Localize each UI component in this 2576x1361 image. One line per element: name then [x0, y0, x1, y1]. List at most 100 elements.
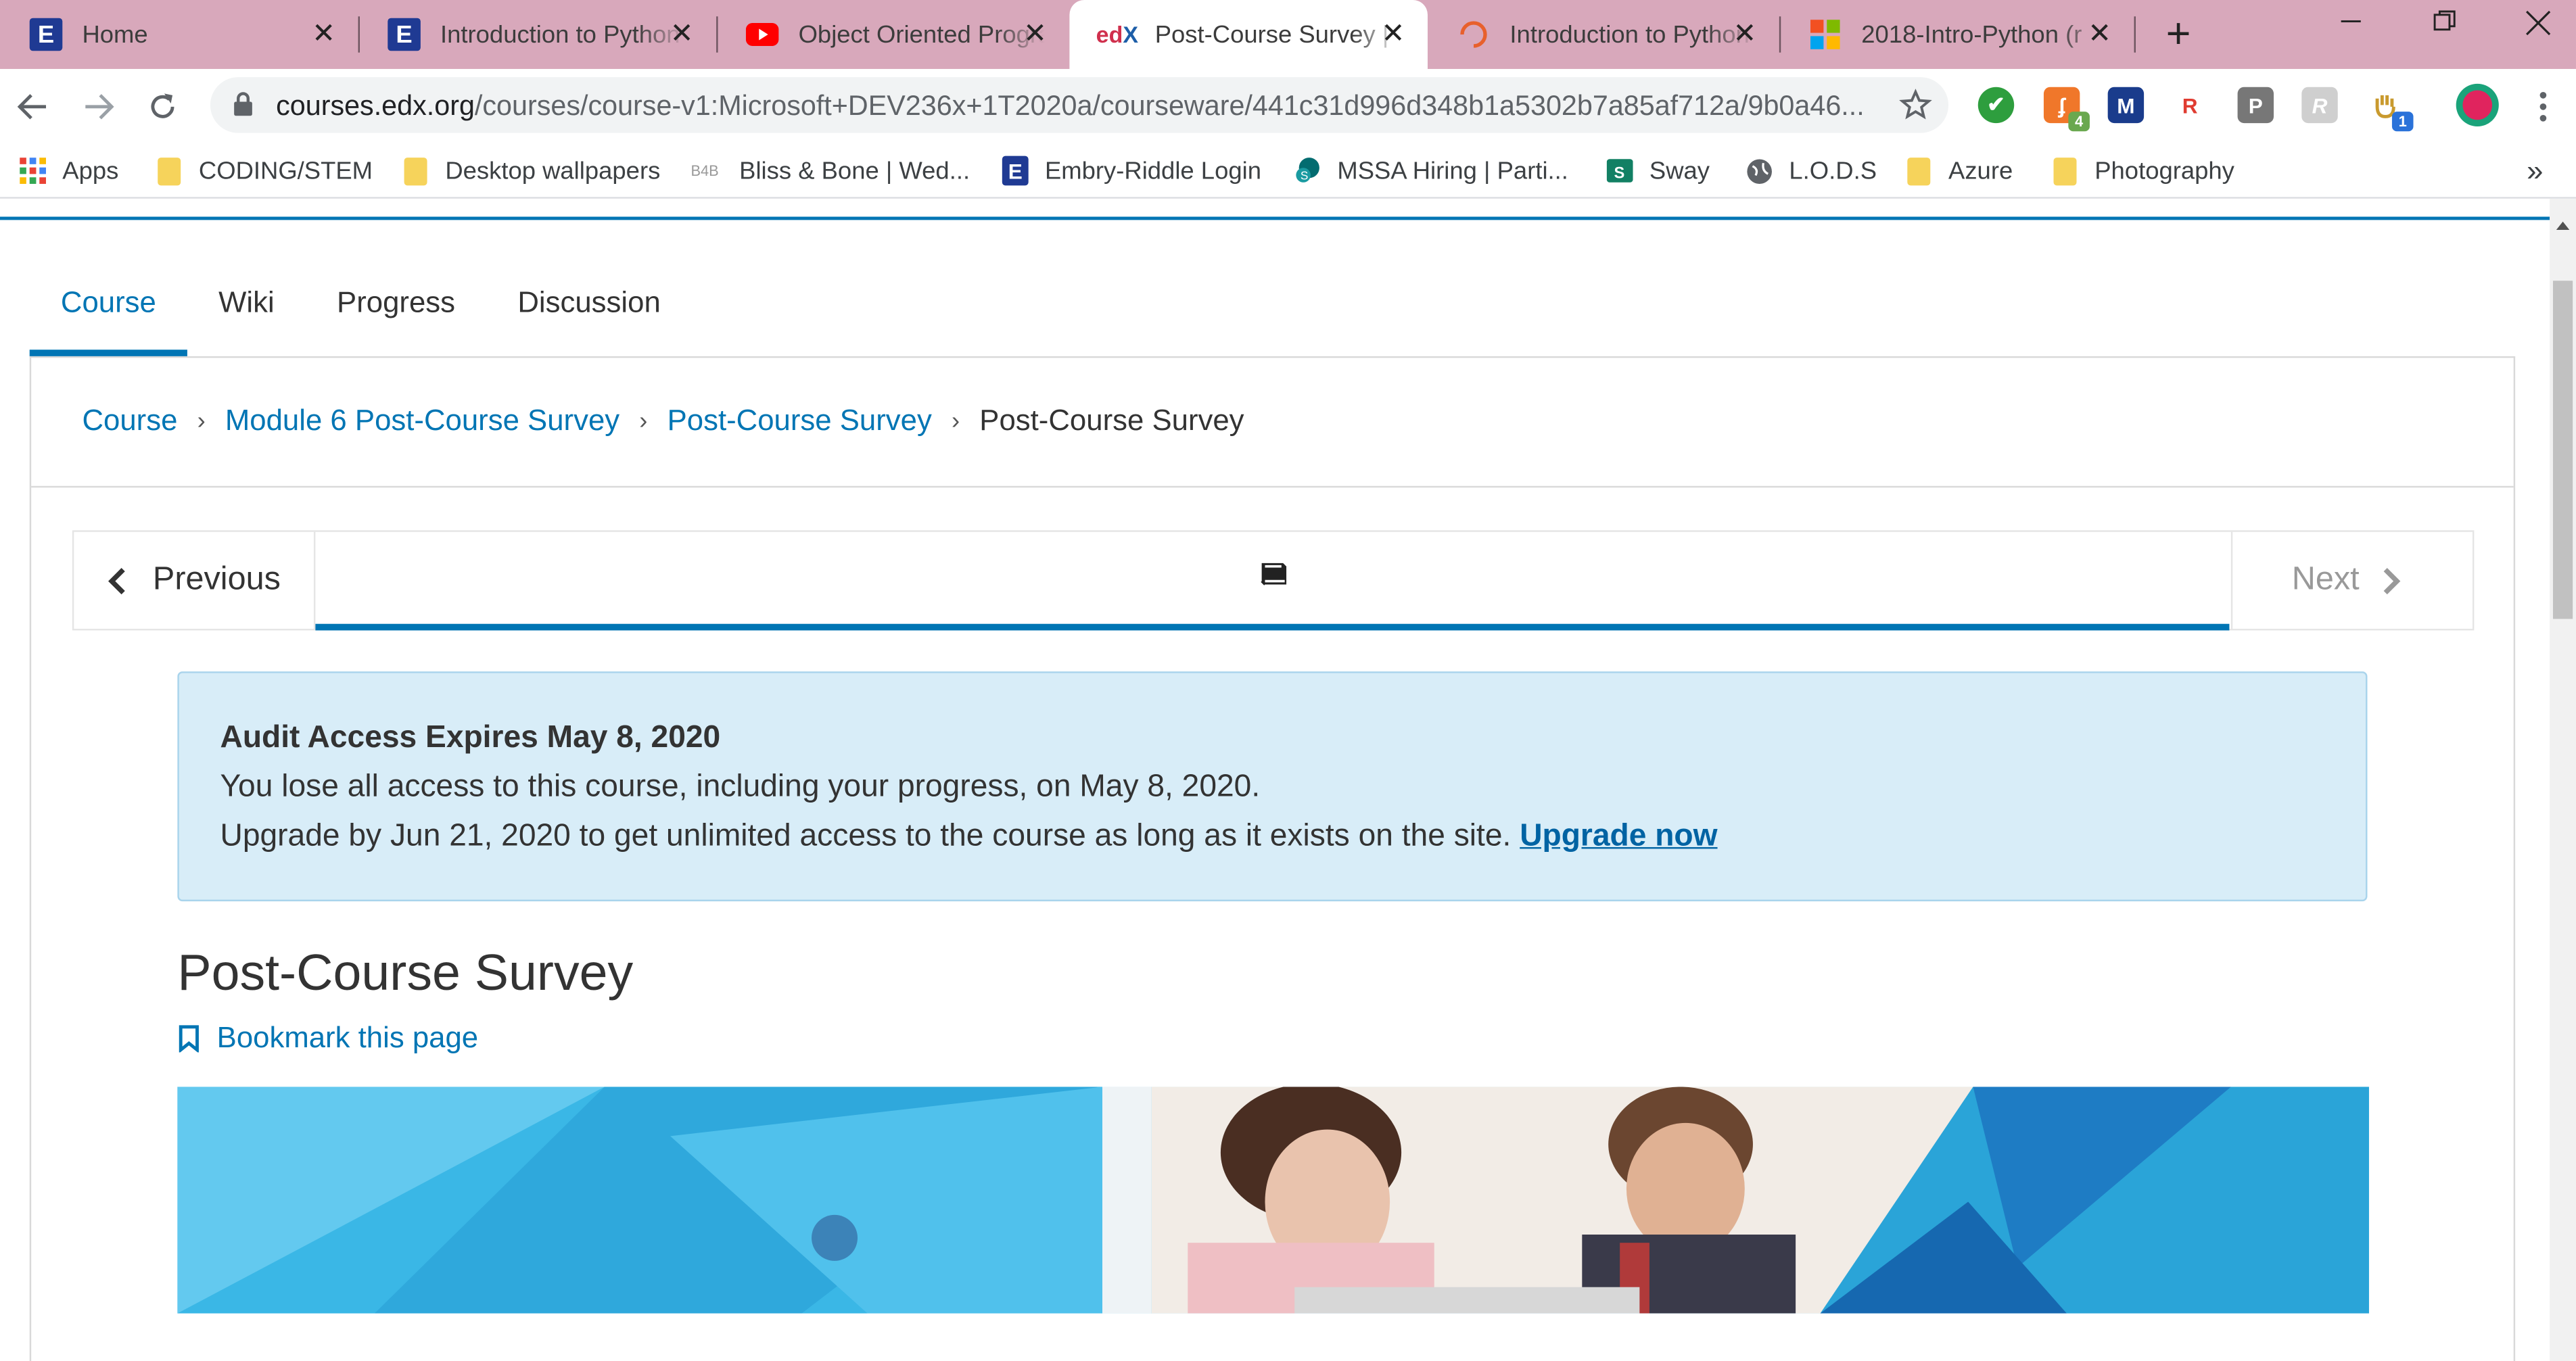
tab-intro-python[interactable]: E Introduction to Python ✕: [358, 0, 718, 69]
forward-arrow-icon[interactable]: [79, 87, 118, 126]
bookmark-label: Bliss & Bone | Wed...: [739, 156, 970, 185]
r-extension-icon[interactable]: R: [2172, 87, 2208, 124]
tab-discussion[interactable]: Discussion: [486, 281, 692, 356]
p-extension-icon[interactable]: P: [2237, 87, 2274, 124]
reload-icon[interactable]: [143, 87, 182, 126]
badge: 4: [2068, 112, 2090, 132]
r-script-extension-icon[interactable]: R: [2301, 87, 2338, 124]
scrollbar-thumb[interactable]: [2552, 281, 2573, 619]
previous-button[interactable]: Previous: [74, 531, 316, 629]
sway-icon: S: [1606, 158, 1633, 184]
erau-e-icon: E: [1002, 156, 1029, 186]
upgrade-now-link[interactable]: Upgrade now: [1520, 819, 1717, 854]
hand-extension-icon[interactable]: 1: [2367, 87, 2414, 132]
tab-title: Introduction to Python: [440, 20, 680, 49]
bookmark-bliss-bone[interactable]: B4B Bliss & Bone | Wed...: [686, 153, 970, 189]
close-icon[interactable]: ✕: [667, 19, 697, 49]
tab-title: Post-Course Survey |: [1154, 20, 1389, 49]
page-content: Course Wiki Progress Discussion Course ›…: [0, 198, 2576, 1361]
tab-object-oriented[interactable]: Object Oriented Programming ✕: [716, 0, 1069, 69]
back-arrow-icon[interactable]: [13, 87, 52, 126]
minimize-button[interactable]: [2326, 10, 2376, 49]
bookmark-label: MSSA Hiring | Parti...: [1337, 156, 1568, 185]
breadcrumb-course[interactable]: Course: [82, 404, 177, 438]
m-extension-icon[interactable]: M: [2107, 87, 2145, 124]
chevron-right-icon: ›: [952, 407, 960, 435]
bookmark-apps[interactable]: Apps: [20, 153, 118, 189]
edx-logo-icon: edX: [1096, 21, 1139, 48]
bookmark-embry-riddle[interactable]: E Embry-Riddle Login: [1002, 153, 1261, 189]
tab-progress[interactable]: Progress: [306, 281, 486, 356]
bookmark-azure[interactable]: Azure: [1906, 153, 2013, 189]
bookmark-label: Embry-Riddle Login: [1044, 156, 1261, 185]
folder-icon: [2052, 156, 2078, 185]
chevron-right-icon: [2383, 566, 2402, 596]
next-label: Next: [2291, 561, 2360, 598]
tab-separator: [2134, 16, 2136, 53]
menu-dots-icon[interactable]: [2523, 87, 2562, 126]
chevron-right-icon: ›: [639, 407, 648, 435]
chevron-right-icon: ›: [197, 407, 206, 435]
b4b-icon: B4B: [690, 162, 719, 179]
tab-strip: E Home ✕ E Introduction to Python ✕ Obje…: [0, 0, 2576, 69]
bookmark-sway[interactable]: S Sway: [1606, 153, 1710, 189]
next-button[interactable]: Next: [2230, 531, 2473, 629]
bookmarks-overflow-icon[interactable]: »: [2527, 153, 2543, 189]
folder-icon: [402, 156, 429, 185]
browser-window: E Home ✕ E Introduction to Python ✕ Obje…: [0, 0, 2576, 1361]
svg-text:S: S: [1614, 164, 1625, 182]
address-bar[interactable]: courses.edx.org/courses/course-v1:Micros…: [210, 77, 1949, 133]
tab-intro-python-loading[interactable]: Introduction to Python ✕: [1428, 0, 1781, 69]
page-scrollbar[interactable]: [2550, 198, 2576, 1361]
bookmark-label: CODING/STEM: [198, 156, 373, 185]
survey-banner-image: [177, 1087, 2369, 1314]
tab-wiki[interactable]: Wiki: [187, 281, 306, 356]
edx-e-icon: E: [29, 18, 63, 51]
tab-intro-python-repo[interactable]: 2018-Intro-Python (r ✕: [1779, 0, 2136, 69]
bookmark-desktop-wallpapers[interactable]: Desktop wallpapers: [402, 153, 660, 189]
unit-tab-active[interactable]: [315, 532, 2230, 631]
bookmark-mssa-hiring[interactable]: S MSSA Hiring | Parti...: [1294, 153, 1568, 189]
youtube-icon: [745, 18, 779, 51]
url-text: courses.edx.org/courses/course-v1:Micros…: [276, 91, 1865, 124]
bookmark-page-button[interactable]: Bookmark this page: [177, 1021, 478, 1055]
orange-extension-icon[interactable]: ʄ4: [2043, 87, 2090, 132]
scroll-up-arrow-icon[interactable]: [2556, 221, 2570, 230]
bookmark-icon: [177, 1024, 200, 1053]
tab-title: Introduction to Python: [1509, 20, 1750, 49]
tab-home[interactable]: E Home ✕: [0, 0, 360, 69]
new-tab-button[interactable]: +: [2159, 11, 2198, 54]
breadcrumb-current: Post-Course Survey: [979, 404, 1244, 437]
alert-text: You lose all access to this course, incl…: [220, 769, 1261, 805]
audit-access-alert: Audit Access Expires May 8, 2020 You los…: [177, 671, 2368, 902]
bookmark-photography[interactable]: Photography: [2052, 153, 2234, 189]
tab-title: Object Oriented Programming: [798, 20, 1045, 49]
bookmarks-bar: Apps CODING/STEM Desktop wallpapers B4B …: [0, 144, 2576, 199]
breadcrumb-divider: [31, 485, 2514, 488]
edx-e-icon: E: [388, 18, 421, 51]
breadcrumb: Course › Module 6 Post-Course Survey › P…: [82, 404, 1244, 438]
close-icon[interactable]: ✕: [1730, 19, 1760, 49]
lock-icon: [233, 92, 253, 125]
close-window-button[interactable]: [2514, 10, 2563, 49]
microsoft-icon: [1809, 18, 1842, 51]
svg-text:S: S: [1301, 168, 1309, 182]
close-icon[interactable]: ✕: [1378, 19, 1408, 49]
folder-icon: [1906, 156, 1932, 185]
restore-button[interactable]: [2420, 10, 2469, 49]
close-icon[interactable]: ✕: [309, 19, 339, 49]
check-extension-icon[interactable]: ✔: [1977, 87, 2015, 124]
bookmark-label: L.O.D.S: [1789, 156, 1877, 185]
bookmark-label: Photography: [2094, 156, 2234, 185]
star-icon[interactable]: [1899, 89, 1932, 130]
bookmark-coding-stem[interactable]: CODING/STEM: [156, 153, 373, 189]
breadcrumb-section[interactable]: Post-Course Survey: [668, 404, 932, 438]
breadcrumb-module[interactable]: Module 6 Post-Course Survey: [225, 404, 619, 438]
course-tabs: Course Wiki Progress Discussion: [29, 281, 692, 356]
close-icon[interactable]: ✕: [1021, 19, 1050, 49]
close-icon[interactable]: ✕: [2085, 19, 2115, 49]
tab-course[interactable]: Course: [29, 281, 188, 356]
tab-post-course-survey[interactable]: edX Post-Course Survey | ✕: [1069, 0, 1428, 69]
profile-avatar[interactable]: [2456, 83, 2499, 126]
bookmark-lods[interactable]: L.O.D.S: [1746, 153, 1877, 189]
